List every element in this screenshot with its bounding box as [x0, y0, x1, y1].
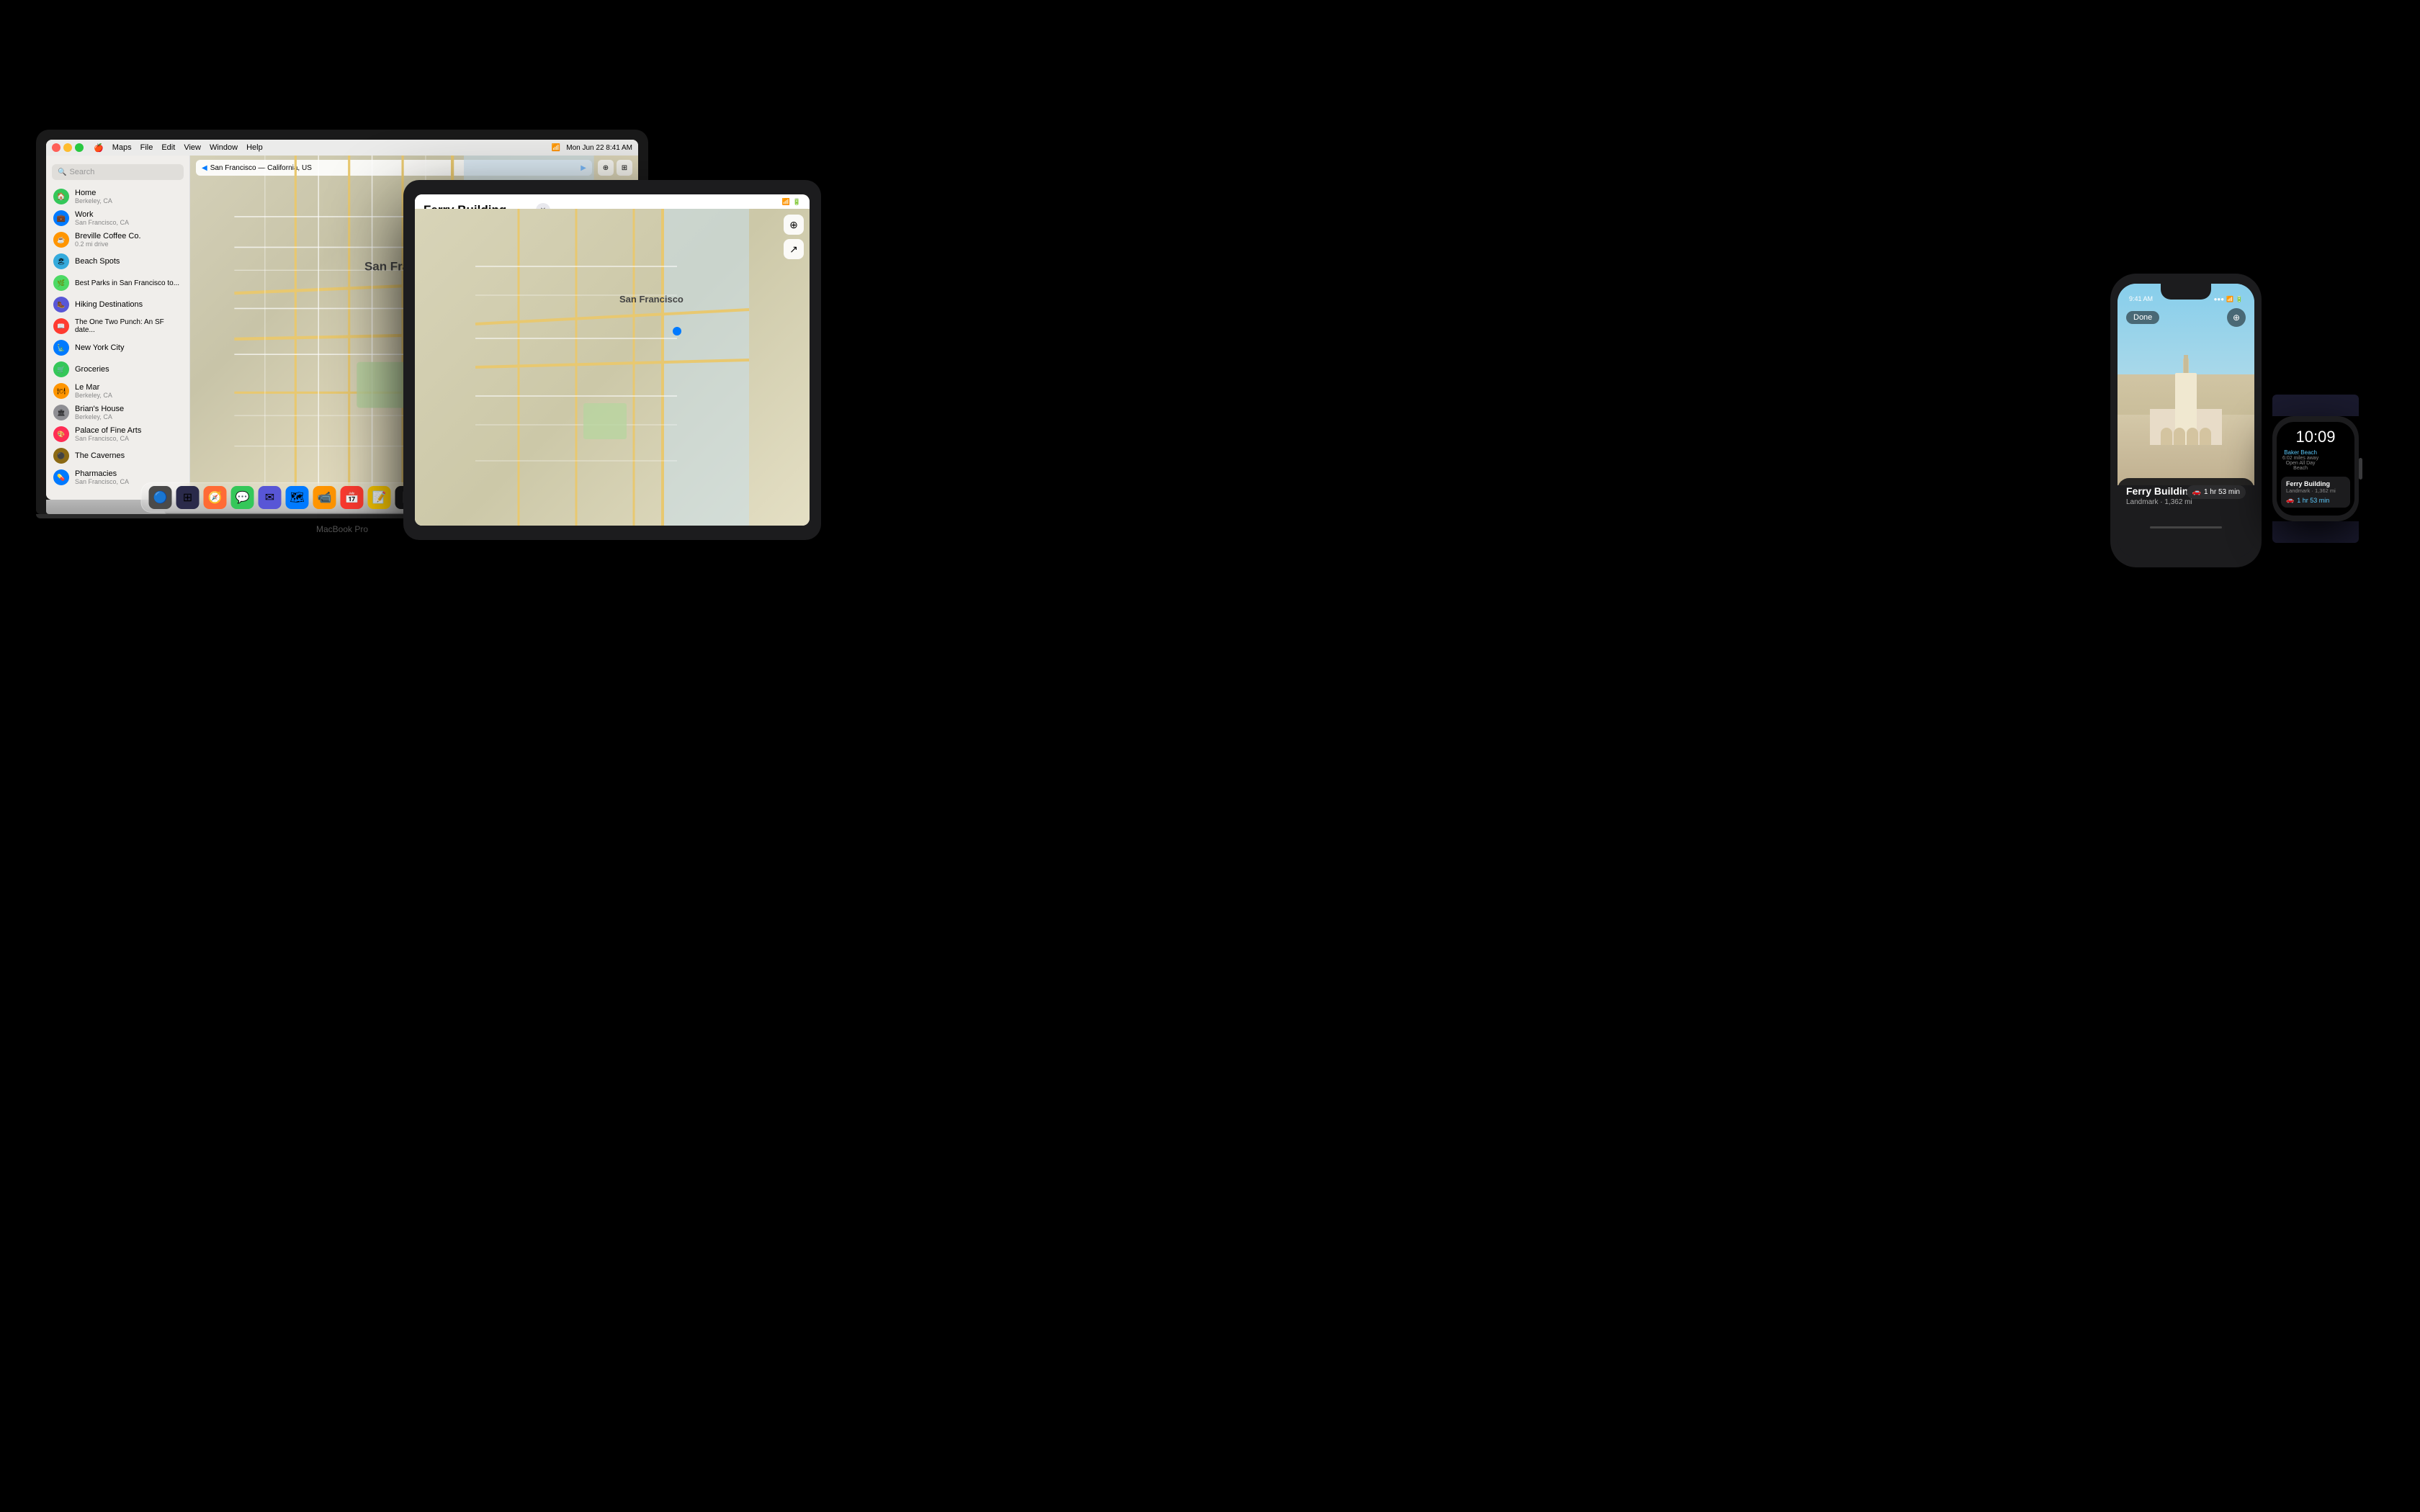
dock-finder[interactable]: 🔵 — [149, 486, 172, 509]
sidebar-item-nyc[interactable]: 🗽 New York City — [46, 337, 189, 359]
sidebar-item-groceries[interactable]: 🛒 Groceries — [46, 359, 189, 380]
menu-maps[interactable]: Maps — [112, 143, 132, 153]
iphone-top-bar: Done ⊕ — [2118, 304, 2254, 331]
watch-time: 10:09 — [2277, 422, 2354, 446]
ipad-wifi: 📶 — [782, 198, 790, 206]
menu-items: 🍎 Maps File Edit View Window Help — [94, 143, 263, 153]
dock-launchpad[interactable]: ⊞ — [176, 486, 200, 509]
compass-button[interactable]: ⊕ — [784, 215, 804, 235]
watch-complication-location: Baker Beach 6:02 miles away Open All Day… — [2282, 449, 2318, 471]
menu-view[interactable]: View — [184, 143, 201, 153]
sidebar-item-cavernes[interactable]: ⚫ The Cavernes — [46, 445, 189, 467]
dock-notes[interactable]: 📝 — [368, 486, 391, 509]
minimize-button[interactable] — [63, 143, 72, 152]
search-bar[interactable]: 🔍 Search — [52, 164, 184, 180]
iphone-notch — [2161, 284, 2211, 300]
iphone: 9:41 AM ●●● 📶 🔋 Done ⊕ Ferry Building La… — [2110, 274, 2262, 567]
iphone-time: 9:41 AM — [2129, 295, 2153, 302]
menu-apple[interactable]: 🍎 — [94, 143, 104, 153]
menubar-right: 📶 Mon Jun 22 8:41 AM — [552, 144, 632, 152]
iphone-compass[interactable]: ⊕ — [2227, 308, 2246, 327]
watch-eta-row: 🚗 1 hr 53 min — [2286, 496, 2345, 504]
watch-eta: 1 hr 53 min — [2297, 497, 2329, 504]
sidebar: 🔍 Search 🏠 HomeBerkeley, CA 💼 WorkSan Fr… — [46, 156, 190, 500]
watch-card-subtitle: Landmark · 1,362 mi — [2286, 487, 2345, 494]
dock-facetime[interactable]: 📹 — [313, 486, 336, 509]
menu-edit[interactable]: Edit — [161, 143, 175, 153]
traffic-lights — [52, 143, 84, 152]
macbook-notch — [328, 130, 357, 135]
menu-file[interactable]: File — [140, 143, 153, 153]
iphone-screen: 9:41 AM ●●● 📶 🔋 Done ⊕ Ferry Building La… — [2118, 284, 2254, 557]
close-button[interactable] — [52, 143, 60, 152]
sidebar-item-brians[interactable]: 🏛 Brian's HouseBerkeley, CA — [46, 402, 189, 423]
iphone-place-subtitle: Landmark · 1,362 mi — [2126, 498, 2246, 506]
svg-text:San Francisco: San Francisco — [619, 294, 684, 305]
ferry-building-scene — [2143, 337, 2229, 445]
datetime: Mon Jun 22 8:41 AM — [566, 144, 632, 152]
dock-calendar[interactable]: 📅 — [341, 486, 364, 509]
sidebar-item-breville[interactable]: ☕ Breville Coffee Co.0.2 mi drive — [46, 229, 189, 251]
watch-frame: 10:09 Baker Beach 6:02 miles away Open A… — [2272, 416, 2359, 521]
ipad-battery: 🔋 — [793, 198, 801, 206]
sidebar-item-home[interactable]: 🏠 HomeBerkeley, CA — [46, 186, 189, 207]
dock-messages[interactable]: 💬 — [231, 486, 254, 509]
ipad-screen: 9:41 AM Mon Jun 22 📶 🔋 Ferry Building La… — [415, 194, 810, 526]
wifi-icon: 📶 — [552, 144, 560, 152]
menu-window[interactable]: Window — [210, 143, 238, 153]
sidebar-item-beach[interactable]: 🏖 Beach Spots — [46, 251, 189, 272]
dock-mail[interactable]: ✉ — [259, 486, 282, 509]
sidebar-item-hiking[interactable]: 🥾 Hiking Destinations — [46, 294, 189, 315]
iphone-eta: 🚗 1 hr 53 min — [2187, 485, 2246, 499]
ipad: 9:41 AM Mon Jun 22 📶 🔋 Ferry Building La… — [403, 180, 821, 540]
menubar: 🍎 Maps File Edit View Window Help 📶 Mon … — [46, 140, 638, 156]
dock-maps[interactable]: 🗺 — [286, 486, 309, 509]
sidebar-item-lemar[interactable]: 🍽 Le MarBerkeley, CA — [46, 380, 189, 402]
watch-band-top — [2272, 395, 2359, 416]
watch-band-bottom — [2272, 521, 2359, 543]
dock-safari[interactable]: 🧭 — [204, 486, 227, 509]
watch-card: Ferry Building Landmark · 1,362 mi 🚗 1 h… — [2281, 477, 2350, 508]
watch-complications: Baker Beach 6:02 miles away Open All Day… — [2277, 446, 2354, 474]
sidebar-item-guide[interactable]: 📖 The One Two Punch: An SF date... — [46, 315, 189, 337]
iphone-progress-bar — [2150, 526, 2222, 528]
menu-help[interactable]: Help — [246, 143, 263, 153]
sidebar-item-palace[interactable]: 🎨 Palace of Fine ArtsSan Francisco, CA — [46, 423, 189, 445]
ipad-map-roads: San Francisco — [415, 209, 810, 526]
watch-card-title: Ferry Building — [2286, 480, 2345, 487]
search-placeholder: Search — [69, 168, 94, 176]
watch-crown — [2359, 458, 2362, 480]
sidebar-item-parks[interactable]: 🌿 Best Parks in San Francisco to... — [46, 272, 189, 294]
fullscreen-button[interactable] — [75, 143, 84, 152]
iphone-bottom-card: Ferry Building Landmark · 1,362 mi 🚗 1 h… — [2118, 478, 2254, 557]
watch-screen: 10:09 Baker Beach 6:02 miles away Open A… — [2277, 422, 2354, 516]
apple-watch: 10:09 Baker Beach 6:02 miles away Open A… — [2272, 396, 2359, 541]
iphone-done-button[interactable]: Done — [2126, 311, 2159, 324]
ipad-map[interactable]: San Francisco ⊕ ↗ — [415, 209, 810, 526]
ipad-map-controls: ⊕ ↗ — [784, 215, 804, 259]
location-button[interactable]: ↗ — [784, 239, 804, 259]
sidebar-item-work[interactable]: 💼 WorkSan Francisco, CA — [46, 207, 189, 229]
